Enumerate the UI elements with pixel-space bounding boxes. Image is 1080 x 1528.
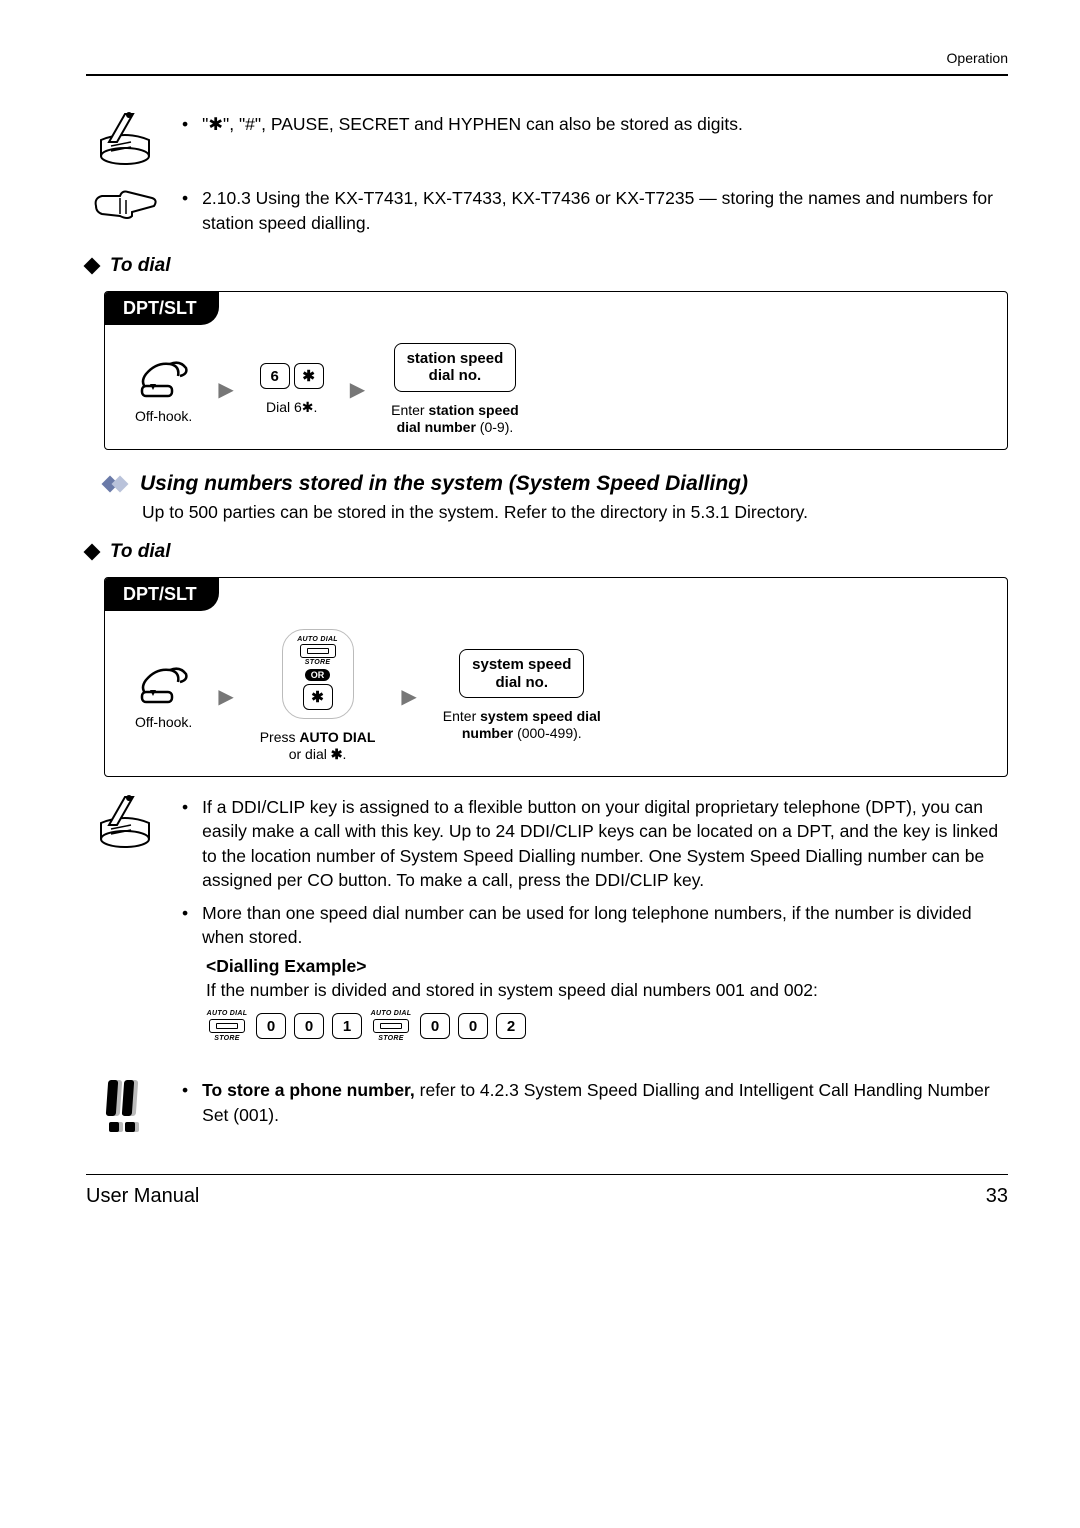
page-number: 33 — [986, 1185, 1008, 1208]
key-star: ✱ — [303, 684, 333, 710]
system-speed-dialling-desc: Up to 500 parties can be stored in the s… — [142, 502, 1008, 523]
hand-pointing-icon — [92, 186, 158, 222]
step-offhook-label: Off-hook. — [135, 714, 192, 732]
ref1-text: 2.10.3 Using the KX-T7431, KX-T7433, KX-… — [202, 186, 1008, 235]
key-star: ✱ — [294, 363, 324, 389]
offhook-icon — [136, 660, 192, 704]
procedure-tab: DPT/SLT — [105, 292, 219, 325]
key-6: 6 — [260, 363, 290, 389]
diamond-icon — [84, 543, 101, 560]
step-enter-system-speed: Enter system speed dial number (000-499)… — [443, 708, 601, 743]
autodial-or-star: AUTO DIAL STORE OR ✱ — [282, 629, 354, 719]
dual-diamond-icon — [104, 477, 130, 491]
key-0: 0 — [294, 1013, 324, 1039]
dialling-example-keys: AUTO DIAL STORE 0 0 1 AUTO DIAL STORE 0 … — [206, 1009, 1008, 1045]
key-0: 0 — [420, 1013, 450, 1039]
key-0: 0 — [256, 1013, 286, 1039]
footer-rule — [86, 1174, 1008, 1175]
important-icon — [103, 1078, 147, 1134]
dialling-example-text: If the number is divided and stored in s… — [206, 978, 1008, 1003]
procedure-tab: DPT/SLT — [105, 578, 219, 611]
step-press-autodial: Press AUTO DIAL or dial ✱. — [260, 729, 376, 764]
to-dial-heading-1: To dial — [110, 255, 171, 277]
procedure-box-system-speed: DPT/SLT Off-hook. ▶ AUTO DIAL STORE — [104, 577, 1008, 777]
to-dial-heading-2: To dial — [110, 541, 171, 563]
offhook-icon — [136, 354, 192, 398]
footer-left: User Manual — [86, 1185, 199, 1208]
arrow-icon: ▶ — [350, 377, 365, 402]
arrow-icon: ▶ — [218, 684, 233, 709]
bullet: • — [182, 901, 188, 950]
top-rule — [86, 74, 1008, 76]
important-text: To store a phone number, refer to 4.2.3 … — [202, 1078, 1008, 1127]
station-speed-dial-input: station speed dial no. — [394, 343, 517, 392]
note2-bullet2: More than one speed dial number can be u… — [202, 901, 1008, 950]
step-enter-station-speed: Enter station speed dial number (0-9). — [391, 402, 519, 437]
bullet: • — [182, 1078, 188, 1127]
note2-bullet1: If a DDI/CLIP key is assigned to a flexi… — [202, 795, 1008, 893]
bullet: • — [182, 186, 188, 235]
key-2: 2 — [496, 1013, 526, 1039]
key-0: 0 — [458, 1013, 488, 1039]
section-label: Operation — [86, 50, 1008, 66]
bullet: • — [182, 112, 188, 137]
bullet: • — [182, 795, 188, 893]
key-1: 1 — [332, 1013, 362, 1039]
note1-text: "✱", "#", PAUSE, SECRET and HYPHEN can a… — [202, 112, 743, 137]
step-dial-6star: Dial 6✱. — [266, 399, 317, 417]
arrow-icon: ▶ — [401, 684, 416, 709]
step-offhook-label: Off-hook. — [135, 408, 192, 426]
note-icon — [95, 112, 155, 166]
arrow-icon: ▶ — [218, 377, 233, 402]
diamond-icon — [84, 258, 101, 275]
procedure-box-station-speed: DPT/SLT Off-hook. ▶ 6 ✱ Dial 6✱. ▶ — [104, 291, 1008, 450]
note-icon — [95, 795, 155, 849]
system-speed-dial-input: system speed dial no. — [459, 649, 584, 698]
dialling-example-title: <Dialling Example> — [206, 954, 1008, 979]
system-speed-dialling-heading: Using numbers stored in the system (Syst… — [140, 472, 748, 496]
